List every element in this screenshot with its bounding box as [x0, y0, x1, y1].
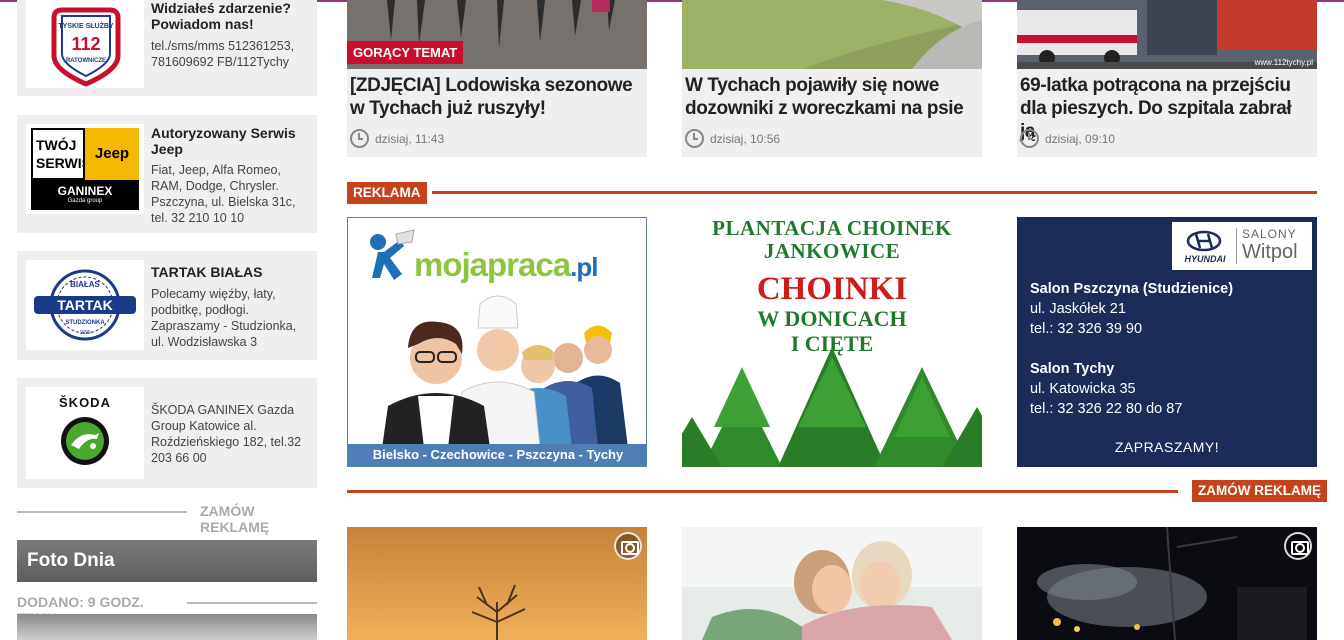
- order-ad-rule: [17, 511, 187, 513]
- hyundai-salon2-tel: tel.: 32 326 22 80 do 87: [1030, 401, 1183, 417]
- article-1-image[interactable]: GORĄCY TEMAT: [347, 0, 647, 69]
- ad-jeep-logo-jeep: Jeep: [85, 128, 139, 180]
- article-1-title[interactable]: [ZDJĘCIA] Lodowiska sezonowe w Tychach j…: [350, 74, 640, 120]
- article-3-time: dzisiaj, 09:10: [1020, 129, 1115, 148]
- ad-choinki[interactable]: PLANTACJA CHOINEK JANKOWICE CHOINKI W DO…: [682, 217, 982, 467]
- gallery-card-3[interactable]: [1017, 527, 1317, 640]
- hyundai-salon2-name: Salon Tychy: [1030, 361, 1115, 377]
- ad-logo-jeep: TWÓJ SERWIS Jeep GANINEX Gazda group: [26, 124, 144, 214]
- sidebar-ad-tartak[interactable]: TARTAK BIAŁAS STUDZIONKA 1990 TARTAK BIA…: [17, 251, 317, 360]
- ad-skoda-text: ŠKODA GANINEX Gazda Group Katowice al. R…: [151, 403, 302, 465]
- ad-tartak-title: TARTAK BIAŁAS: [151, 264, 263, 280]
- christmas-trees-icon: [682, 347, 982, 467]
- hot-topic-tag: GORĄCY TEMAT: [347, 41, 464, 64]
- hyundai-salon1-tel: tel.: 32 326 39 90: [1030, 321, 1143, 337]
- choinki-line2: JANKOWICE: [763, 239, 901, 263]
- article-card-2[interactable]: W Tychach pojawiły się nowe dozowniki z …: [682, 0, 982, 157]
- order-ad-button[interactable]: ZAMÓW REKLAMĘ: [1192, 480, 1327, 502]
- clock-icon: [685, 129, 704, 148]
- ad-skoda-logo-word: ŠKODA: [59, 395, 111, 410]
- hyundai-salony: SALONY: [1242, 227, 1297, 241]
- ad-112-logo-number: 112: [71, 34, 100, 54]
- article-2-title[interactable]: W Tychach pojawiły się nowe dozowniki z …: [685, 74, 975, 120]
- article-2-image[interactable]: [682, 0, 982, 69]
- ad-jeep-logo-brand: GANINEX: [57, 184, 113, 198]
- camera-icon: [614, 532, 642, 560]
- ad-mojapraca[interactable]: mojapraca.pl Bielsko - Czechowice - Pszc…: [347, 217, 647, 467]
- ad-jeep-text: Fiat, Jeep, Alfa Romeo, RAM, Dodge, Chry…: [151, 163, 296, 225]
- ad-jeep-logo-sub: Gazda group: [67, 198, 103, 204]
- ad-logo-skoda: ŠKODA: [26, 387, 144, 479]
- hyundai-logo-box: HYUNDAI SALONY Witpol: [1172, 222, 1312, 270]
- mojapraca-suffix: .pl: [570, 252, 598, 282]
- mojapraca-footer: Bielsko - Czechowice - Pszczyna - Tychy: [348, 444, 646, 466]
- ad-tartak-logo-top: BIAŁAS: [70, 280, 100, 289]
- article-2-time: dzisiaj, 10:56: [685, 129, 780, 148]
- article-3-watermark: www.112tychy.pl: [1254, 58, 1313, 67]
- choinki-line1: PLANTACJA CHOINEK: [712, 217, 952, 240]
- article-1-time: dzisiaj, 11:43: [350, 129, 444, 148]
- mojapraca-brand: mojapraca: [414, 246, 571, 283]
- clock-icon: [1020, 129, 1039, 148]
- article-3-time-text: dzisiaj, 09:10: [1045, 131, 1116, 146]
- ad-112-title: Widziałeś zdarzenie? Powiadom nas!: [151, 0, 291, 32]
- hyundai-brand: HYUNDAI: [1184, 254, 1226, 264]
- sidebar-ad-skoda[interactable]: ŠKODA ŠKODA GANINEX Gazda Group Katowice…: [17, 378, 317, 488]
- ads-section-label: REKLAMA: [347, 182, 427, 204]
- ad-hyundai-witpol[interactable]: HYUNDAI SALONY Witpol Salon Pszczyna (St…: [1017, 217, 1317, 467]
- skoda-emblem-icon: [61, 417, 109, 465]
- choinki-big: CHOINKI: [756, 271, 908, 307]
- hyundai-witpol: Witpol: [1242, 241, 1298, 263]
- hyundai-logo-icon: [1186, 230, 1222, 252]
- ad-logo-tartak: TARTAK BIAŁAS STUDZIONKA 1990: [26, 260, 144, 350]
- article-3-image[interactable]: www.112tychy.pl: [1017, 0, 1317, 69]
- ad-tartak-text: Polecamy więźby, łaty, podbitkę, podłogi…: [151, 287, 297, 349]
- ad-jeep-logo-line1: TWÓJ: [36, 137, 77, 153]
- article-card-3[interactable]: www.112tychy.pl 69-latka potrącona na pr…: [1017, 0, 1317, 157]
- article-1-time-text: dzisiaj, 11:43: [375, 131, 445, 146]
- mojapraca-people-image: [382, 295, 628, 448]
- ad-tartak-logo-year: 1990: [79, 330, 90, 336]
- photo-added-rule: [187, 602, 317, 604]
- hyundai-salon1-addr: ul. Jaskółek 21: [1030, 301, 1126, 317]
- photo-of-day-image[interactable]: [17, 614, 317, 640]
- gallery-card-2[interactable]: [682, 527, 982, 640]
- ad-jeep-logo-line2: SERWIS: [36, 155, 91, 171]
- ad-tartak-logo-main: TARTAK: [57, 297, 112, 313]
- sidebar-ad-112[interactable]: TYSKIE SŁUŻBY 112 RATOWNICZE Widziałeś z…: [17, 0, 317, 96]
- photo-of-day-title: Foto Dnia: [27, 550, 115, 571]
- ad-112-logo-bottom: RATOWNICZE: [66, 58, 106, 64]
- ad-jeep-title: Autoryzowany Serwis Jeep: [151, 125, 296, 157]
- article-2-time-text: dzisiaj, 10:56: [710, 131, 781, 146]
- hyundai-invite: ZAPRASZAMY!: [1114, 439, 1220, 455]
- sidebar-ad-jeep[interactable]: TWÓJ SERWIS Jeep GANINEX Gazda group Aut…: [17, 115, 317, 233]
- ad-tartak-logo-sub: STUDZIONKA: [65, 320, 105, 326]
- hyundai-salon1-name: Salon Pszczyna (Studzienice): [1030, 281, 1234, 297]
- order-ad-section-rule: [347, 490, 1178, 493]
- article-card-1[interactable]: GORĄCY TEMAT [ZDJĘCIA] Lodowiska sezonow…: [347, 0, 647, 157]
- ad-logo-112: TYSKIE SŁUŻBY 112 RATOWNICZE: [26, 0, 144, 88]
- sidebar-order-ad-link[interactable]: ZAMÓW REKLAMĘ: [200, 503, 320, 535]
- ad-112-text: tel./sms/mms 512361253, 781609692 FB/112…: [151, 39, 295, 69]
- hyundai-salon2-addr: ul. Katowicka 35: [1030, 381, 1136, 397]
- choinki-line3: W DONICACH: [757, 306, 907, 331]
- photo-of-day-header: Foto Dnia: [17, 540, 317, 582]
- ads-section-rule: [432, 191, 1317, 194]
- gallery-card-1[interactable]: [347, 527, 647, 640]
- camera-icon: [1284, 532, 1312, 560]
- clock-icon: [350, 129, 369, 148]
- ad-112-logo-top: TYSKIE SŁUŻBY: [58, 22, 114, 30]
